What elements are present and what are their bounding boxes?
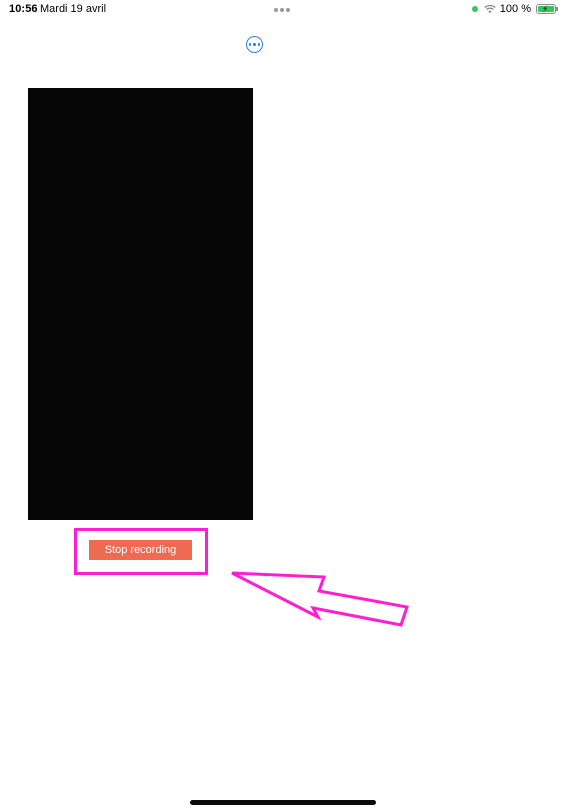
camera-preview [28, 88, 253, 520]
status-date: Mardi 19 avril [40, 3, 107, 15]
status-time: 10:56 [9, 3, 38, 15]
status-bar: 10:56 Mardi 19 avril 100 % ⚡ [0, 0, 566, 18]
home-indicator[interactable] [190, 800, 376, 805]
status-right-group: 100 % ⚡ [471, 3, 558, 15]
multitasking-dots-icon[interactable] [274, 8, 290, 12]
green-dot-indicator [471, 6, 478, 12]
ellipsis-circle-icon[interactable] [246, 36, 263, 53]
stop-recording-button[interactable]: Stop recording [89, 540, 192, 560]
battery-percent: 100 % [499, 3, 531, 15]
wifi-icon [484, 4, 496, 14]
battery-charging-icon: ⚡ [536, 4, 558, 14]
